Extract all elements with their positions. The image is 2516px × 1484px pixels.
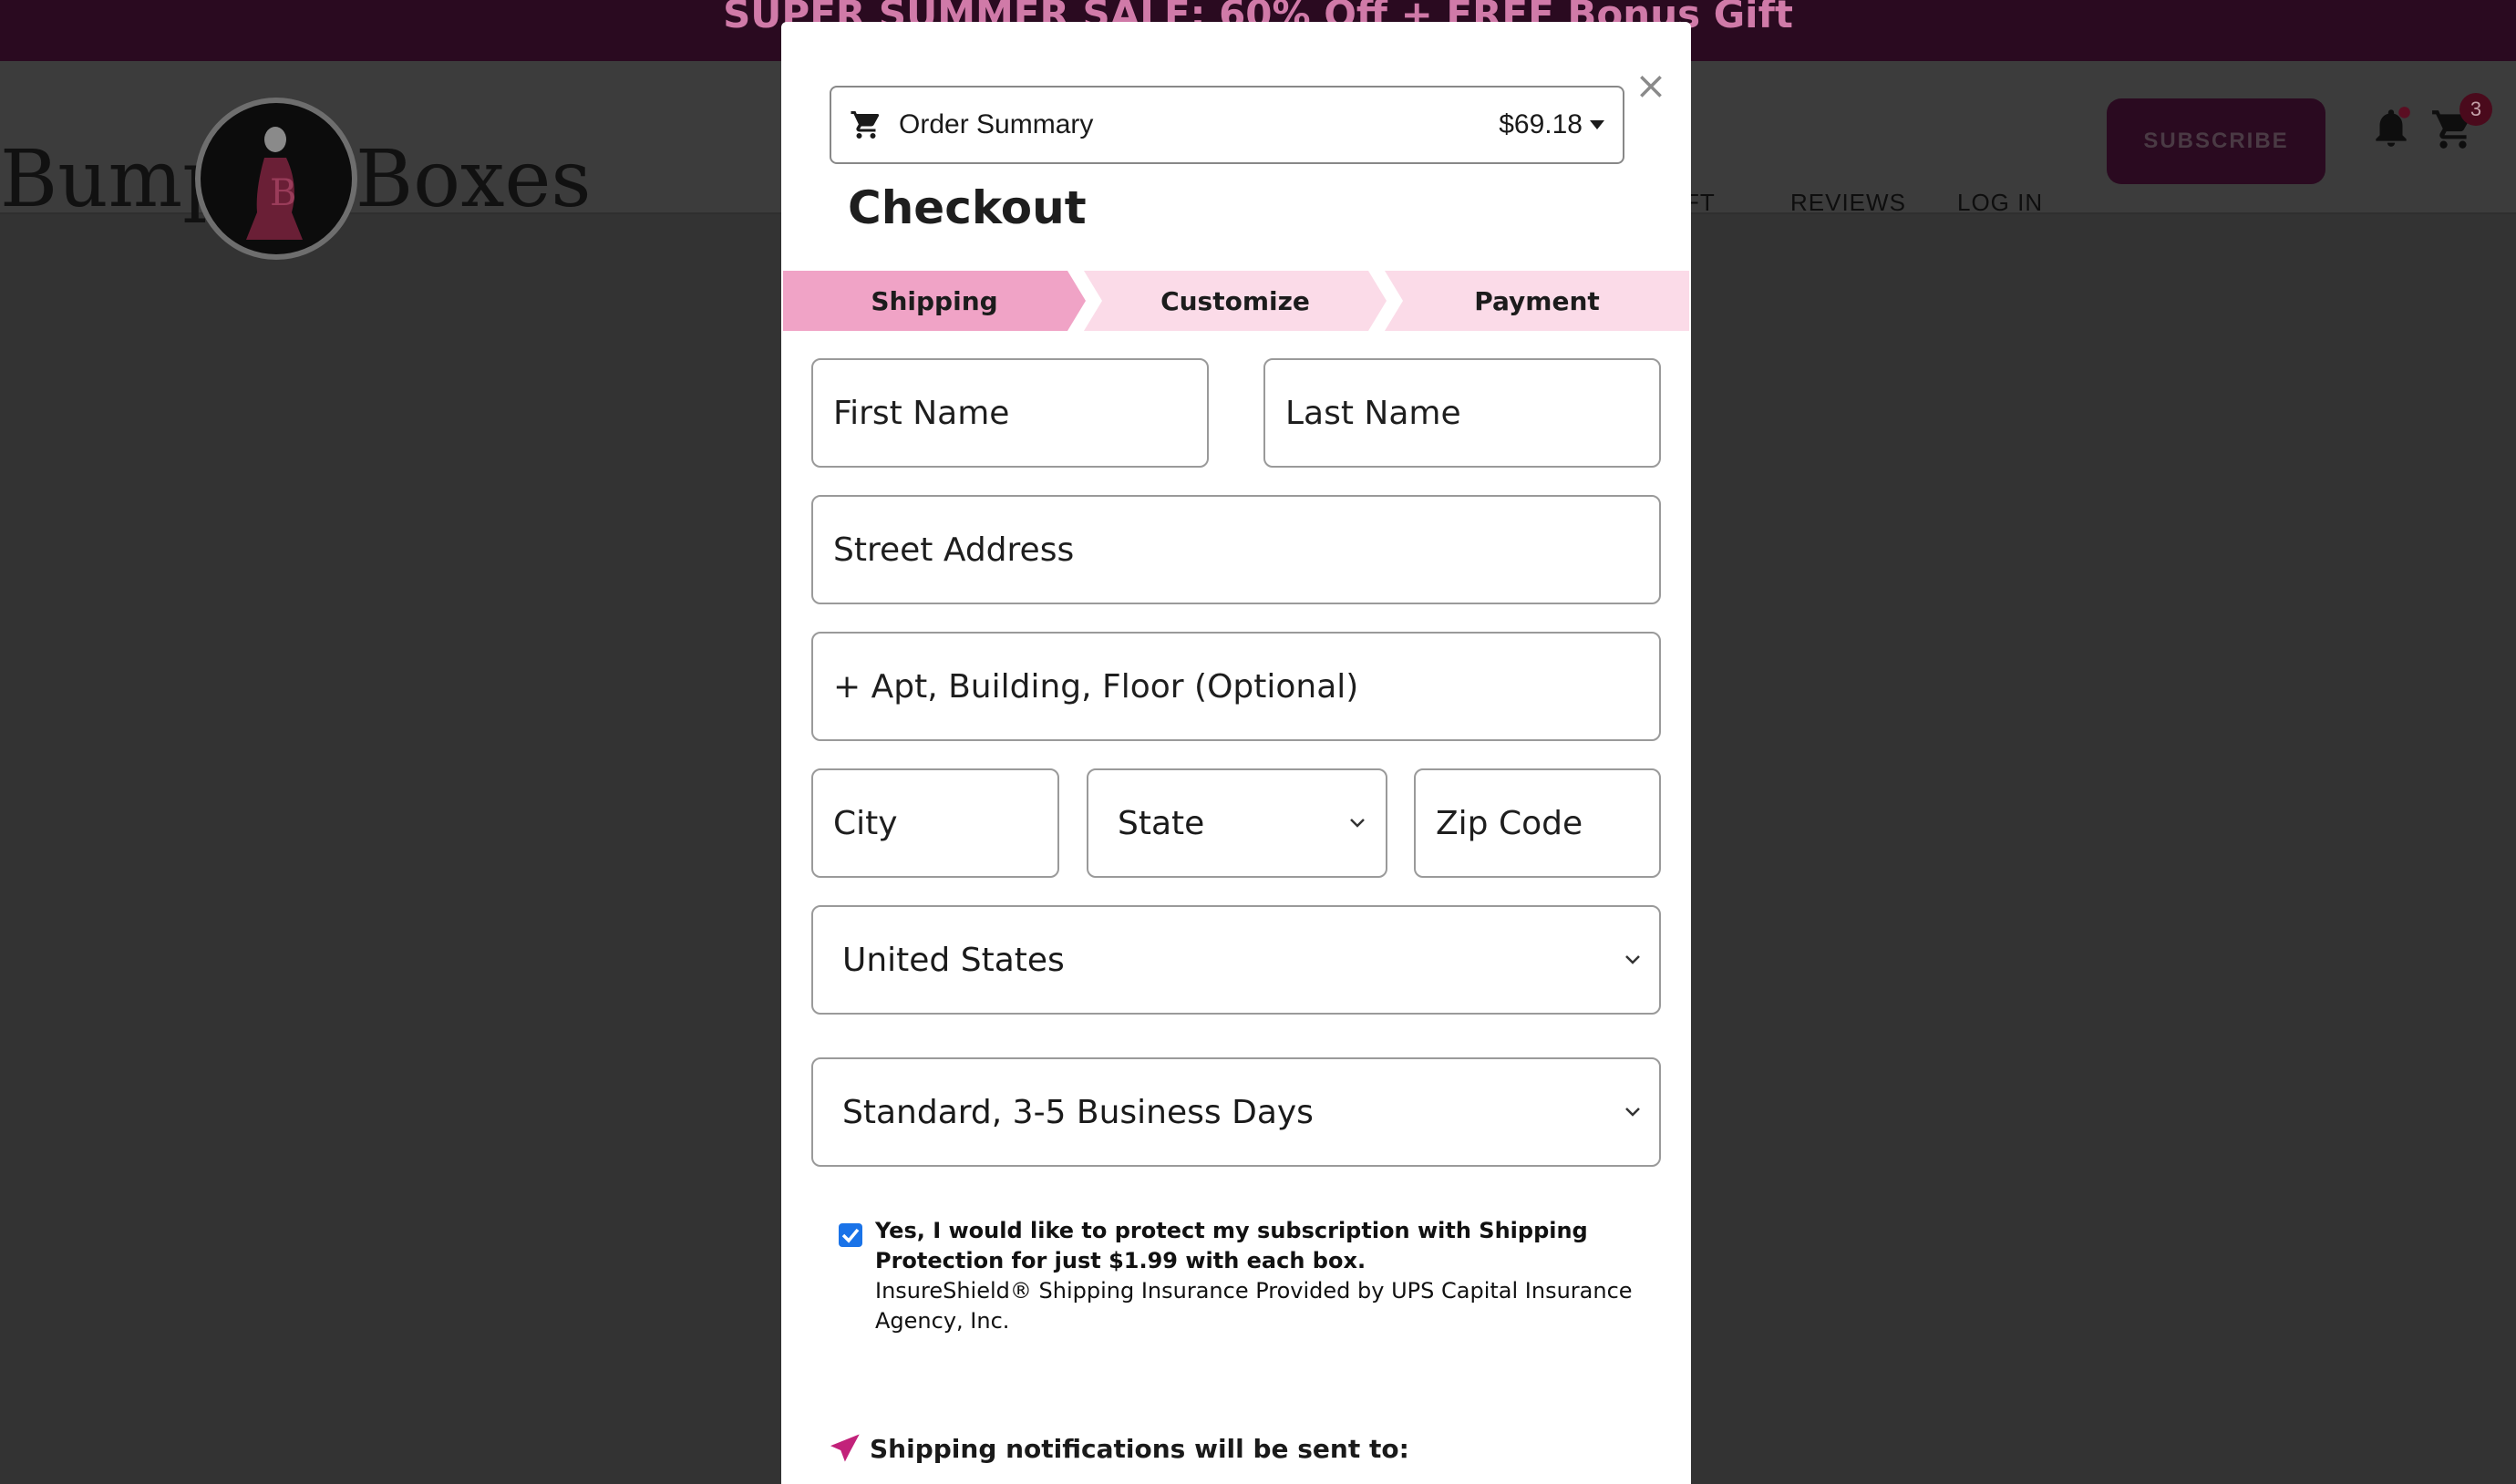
site-logo[interactable]: Bump B Boxes (0, 79, 592, 260)
shipping-protection-label[interactable]: Yes, I would like to protect my subscrip… (875, 1216, 1641, 1336)
shipping-protection-checkbox[interactable] (839, 1223, 862, 1247)
first-name-input[interactable] (811, 358, 1209, 468)
chevron-down-icon (1625, 1108, 1640, 1117)
checkout-modal: × Order Summary $69.18 Checkout Shipping… (781, 22, 1691, 1484)
apt-input[interactable] (811, 632, 1661, 741)
bell-icon[interactable] (2368, 105, 2414, 150)
state-select-value: State (1118, 804, 1205, 842)
cart-icon (851, 111, 880, 139)
street-address-input[interactable] (811, 495, 1661, 604)
order-summary-toggle[interactable]: Order Summary $69.18 (830, 86, 1624, 164)
shipping-method-select[interactable]: Standard, 3-5 Business Days (811, 1057, 1661, 1167)
step-customize-label: Customize (1160, 285, 1310, 316)
zip-code-input[interactable] (1414, 768, 1661, 878)
shipping-protection-offer: Yes, I would like to protect my subscrip… (875, 1218, 1588, 1273)
logo-badge-icon: B (195, 98, 357, 260)
shipping-protection-provider: InsureShield® Shipping Insurance Provide… (875, 1278, 1633, 1334)
chevron-down-icon (1625, 955, 1640, 964)
checkout-steps: Shipping Customize Payment (783, 271, 1689, 331)
paper-plane-icon (830, 1434, 860, 1462)
svg-text:B: B (270, 172, 296, 214)
shipping-method-value: Standard, 3-5 Business Days (842, 1093, 1314, 1131)
shipping-notifications-label: Shipping notifications will be sent to: (870, 1433, 1409, 1464)
close-button[interactable]: × (1631, 66, 1671, 106)
state-select[interactable]: State (1087, 768, 1387, 878)
nav-reviews[interactable]: REVIEWS (1790, 189, 1906, 217)
city-input[interactable] (811, 768, 1059, 878)
cart-count-badge: 3 (2459, 93, 2492, 126)
last-name-input[interactable] (1263, 358, 1661, 468)
order-summary-label: Order Summary (899, 109, 1094, 139)
chevron-down-icon (1350, 819, 1365, 828)
page-title: Checkout (848, 181, 1087, 234)
order-total: $69.18 (1499, 109, 1583, 139)
subscribe-button[interactable]: SUBSCRIBE (2107, 98, 2325, 184)
country-select[interactable]: United States (811, 905, 1661, 1015)
step-shipping-label: Shipping (871, 285, 998, 316)
country-select-value: United States (842, 941, 1065, 979)
checkmark-icon (841, 1228, 860, 1243)
step-payment[interactable]: Payment (1385, 271, 1689, 331)
shipping-notifications-heading: Shipping notifications will be sent to: (830, 1433, 1409, 1464)
step-payment-label: Payment (1474, 285, 1600, 316)
step-shipping[interactable]: Shipping (783, 271, 1086, 331)
nav-login[interactable]: LOG IN (1957, 189, 2043, 217)
step-customize[interactable]: Customize (1084, 271, 1387, 331)
logo-word-right: Boxes (356, 134, 592, 225)
caret-down-icon (1590, 120, 1604, 129)
